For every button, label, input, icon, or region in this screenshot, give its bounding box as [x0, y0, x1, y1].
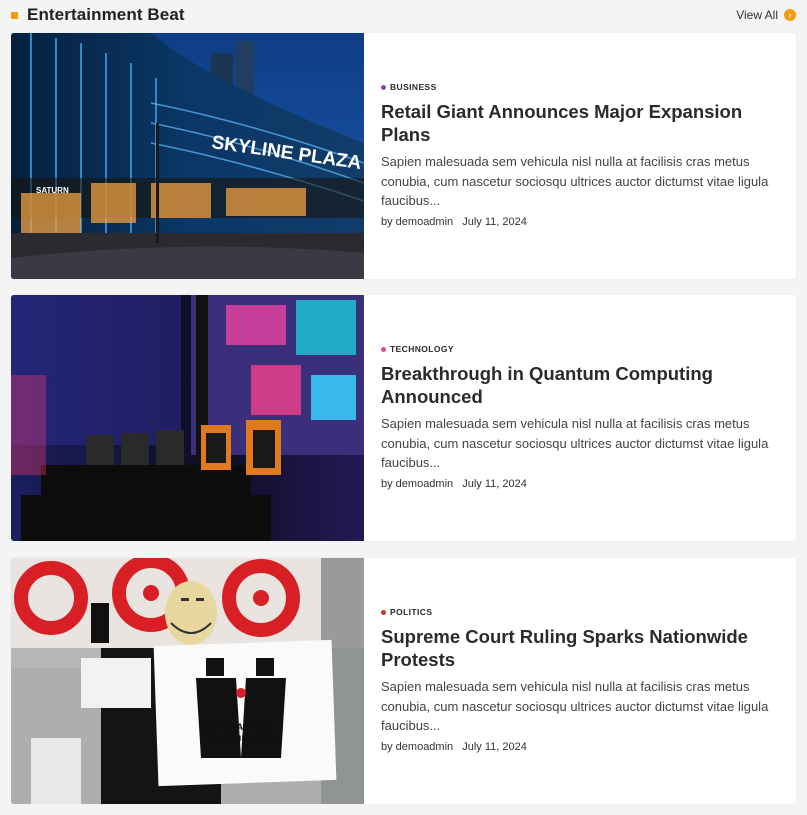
article-body: BUSINESS Retail Giant Announces Major Ex…: [381, 33, 778, 228]
category-label[interactable]: BUSINESS: [381, 82, 778, 92]
title-marker: [11, 12, 18, 19]
category-label[interactable]: TECHNOLOGY: [381, 344, 778, 354]
article-card: SKYLINE PLAZA SATURN BUSINESS Retail Gia…: [11, 33, 796, 279]
article-excerpt: Sapien malesuada sem vehicula nisl nulla…: [381, 154, 769, 209]
category-text: TECHNOLOGY: [390, 344, 454, 354]
article-meta: by demoadmin July 11, 2024: [381, 216, 778, 228]
article-author[interactable]: by demoadmin: [381, 478, 453, 490]
article-image-esports[interactable]: [11, 295, 364, 541]
article-date: July 11, 2024: [462, 477, 527, 490]
chevron-right-icon: ›: [784, 9, 796, 21]
article-meta: by demoadmin July 11, 2024: [381, 478, 778, 490]
article-title[interactable]: Retail Giant Announces Major Expansion P…: [381, 100, 778, 146]
article-title[interactable]: Breakthrough in Quantum Computing Announ…: [381, 362, 778, 408]
article-card: TECHNOLOGY Breakthrough in Quantum Compu…: [11, 295, 796, 541]
article-image-protest[interactable]: MARCH AGAINST CORRUPTION: [11, 558, 364, 804]
article-date: July 11, 2024: [462, 215, 527, 228]
article-body: TECHNOLOGY Breakthrough in Quantum Compu…: [381, 295, 778, 490]
article-excerpt: Sapien malesuada sem vehicula nisl nulla…: [381, 416, 769, 471]
article-author[interactable]: by demoadmin: [381, 741, 453, 753]
article-card: MARCH AGAINST CORRUPTION POLITICS Suprem…: [11, 558, 796, 804]
article-meta: by demoadmin July 11, 2024: [381, 741, 778, 753]
sign-line-2: CORRUPTION: [201, 734, 275, 746]
article-image-mall[interactable]: SKYLINE PLAZA SATURN: [11, 33, 364, 279]
article-body: POLITICS Supreme Court Ruling Sparks Nat…: [381, 558, 778, 753]
category-text: BUSINESS: [390, 82, 437, 92]
view-all-link[interactable]: View All ›: [736, 8, 796, 22]
article-title[interactable]: Supreme Court Ruling Sparks Nationwide P…: [381, 625, 778, 671]
section-title-wrap: Entertainment Beat: [11, 5, 185, 25]
category-dot: [381, 346, 386, 352]
view-all-label: View All: [736, 8, 778, 22]
sign-line-1: MARCH AGAINST: [201, 722, 278, 732]
category-dot: [381, 609, 386, 615]
section-title: Entertainment Beat: [27, 5, 185, 24]
article-excerpt: Sapien malesuada sem vehicula nisl nulla…: [381, 679, 769, 734]
section-header: Entertainment Beat View All ›: [11, 0, 796, 30]
article-author[interactable]: by demoadmin: [381, 216, 453, 228]
category-dot: [381, 84, 386, 90]
article-date: July 11, 2024: [462, 740, 527, 753]
category-label[interactable]: POLITICS: [381, 607, 778, 617]
store-sign-text: SATURN: [36, 186, 69, 195]
category-text: POLITICS: [390, 607, 433, 617]
